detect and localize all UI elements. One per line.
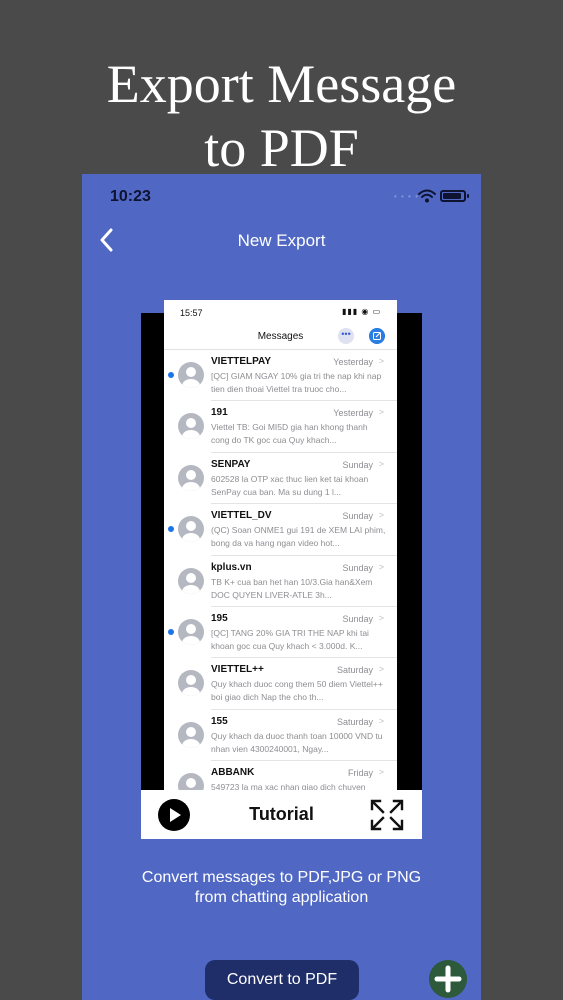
- avatar: [178, 670, 204, 697]
- message-date: Yesterday: [333, 408, 373, 419]
- message-date: Friday: [347, 768, 373, 779]
- list-item: SENPAY Sunday > 602528 la OTP xac thuc l…: [164, 453, 397, 505]
- headline-line-1: Export Message: [106, 54, 457, 114]
- message-sender: 195: [211, 612, 228, 624]
- message-preview: 602528 la OTP xac thuc lien ket tai khoa…: [211, 473, 369, 497]
- message-date: Yesterday: [333, 357, 373, 367]
- chevron-right-icon: >: [378, 356, 384, 366]
- message-sender: 155: [211, 715, 228, 727]
- description-line-2: from chatting application: [194, 889, 369, 906]
- message-preview: (QC) Soan ONME1 gui 191 de XEM LAI phim,…: [211, 525, 386, 549]
- preview-status-time: 15:57: [180, 308, 203, 318]
- plus-icon[interactable]: [429, 960, 467, 998]
- list-item: VIETTEL_DV Sunday > (QC) Soan ONME1 gui …: [164, 504, 397, 556]
- message-sender: SENPAY: [211, 458, 251, 470]
- message-sender: VIETTEL++: [211, 664, 264, 676]
- avatar: [178, 464, 204, 491]
- preview-header: Messages •••: [164, 324, 397, 350]
- more-icon: •••: [338, 328, 354, 344]
- preview-title: Messages: [257, 331, 304, 342]
- avatar: [178, 567, 204, 594]
- message-sender: 191: [211, 407, 228, 419]
- compose-icon: [369, 328, 385, 344]
- message-sender: VIETTEL_DV: [211, 510, 272, 522]
- preview-status-bar: 15:57 ▮▮▮ ◉ ▭: [164, 300, 397, 322]
- chevron-right-icon: >: [378, 561, 384, 572]
- message-date: Saturday: [336, 665, 373, 676]
- preview-status-icons: ▮▮▮ ◉ ▭: [342, 307, 382, 316]
- chevron-right-icon: >: [378, 715, 384, 726]
- list-item: 191 Yesterday > Viettel TB: Goi MI5D gia…: [164, 401, 397, 453]
- message-sender: ABBANK: [211, 767, 255, 779]
- convert-to-pdf-button[interactable]: Convert to PDF: [205, 960, 359, 1000]
- unread-dot: [168, 372, 174, 378]
- status-time: 10:23: [110, 188, 151, 205]
- message-date: Sunday: [342, 511, 373, 522]
- app-screen: 10:23 • • • • New Export 15:57 ▮▮▮ ◉ ▭ M…: [82, 174, 481, 1000]
- chevron-right-icon: >: [378, 612, 384, 623]
- unread-dot: [168, 526, 174, 533]
- message-preview: [QC] TANG 20% GIA TRI THE NAP khi tai kh…: [211, 627, 369, 651]
- message-sender: VIETTELPAY: [211, 356, 272, 367]
- avatar: [178, 721, 204, 748]
- chevron-right-icon: >: [378, 407, 384, 418]
- avatar: [178, 413, 204, 440]
- message-preview: [QC] GIAM NGAY 10% gia tri the nap khi n…: [211, 371, 382, 394]
- list-item: 155 Saturday > Quy khach da duoc thanh t…: [164, 710, 397, 762]
- unread-dot: [168, 628, 174, 635]
- avatar: [178, 618, 204, 645]
- expand-icon[interactable]: [370, 799, 404, 831]
- chevron-right-icon: >: [378, 458, 384, 469]
- message-preview: Quy khach da duoc thanh toan 10000 VND t…: [211, 730, 383, 754]
- wifi-icon: [418, 189, 436, 203]
- message-preview: TB K+ cua ban het han 10/3.Gia han&Xem D…: [211, 576, 373, 600]
- preview-screenshot: 15:57 ▮▮▮ ◉ ▭ Messages ••• VIETTELPAY Ye…: [164, 300, 397, 800]
- list-item: VIETTEL++ Saturday > Quy khach duoc cong…: [164, 658, 397, 710]
- message-date: Sunday: [342, 562, 373, 573]
- message-date: Sunday: [342, 459, 373, 470]
- nav-bar: New Export: [82, 218, 481, 262]
- message-date: Sunday: [342, 613, 373, 624]
- message-preview: Quy khach duoc cong them 50 diem Viettel…: [211, 679, 383, 703]
- avatar: [178, 516, 204, 543]
- chevron-right-icon: >: [378, 767, 384, 778]
- list-item: 195 Sunday > [QC] TANG 20% GIA TRI THE N…: [164, 607, 397, 659]
- tutorial-bar: Tutorial: [141, 790, 422, 839]
- status-bar: 10:23 • • • •: [82, 174, 481, 218]
- description-line-1: Convert messages to PDF,JPG or PNG: [141, 869, 422, 886]
- chevron-right-icon: >: [378, 664, 384, 675]
- message-date: Saturday: [336, 716, 373, 727]
- battery-icon: [440, 190, 469, 202]
- message-sender: kplus.vn: [211, 561, 252, 573]
- avatar: [178, 362, 204, 388]
- message-list: VIETTELPAY Yesterday > [QC] GIAM NGAY 10…: [164, 350, 397, 800]
- message-preview: Viettel TB: Goi MI5D gia han khong thanh…: [211, 422, 368, 446]
- list-item: kplus.vn Sunday > TB K+ cua ban het han …: [164, 556, 397, 607]
- nav-title: New Export: [237, 231, 326, 250]
- description: Convert messages to PDF,JPG or PNG from …: [82, 868, 481, 908]
- list-item: VIETTELPAY Yesterday > [QC] GIAM NGAY 10…: [164, 350, 397, 402]
- tutorial-preview[interactable]: 15:57 ▮▮▮ ◉ ▭ Messages ••• VIETTELPAY Ye…: [141, 300, 422, 839]
- signal-icon: • • • •: [394, 192, 419, 201]
- headline-line-2: to PDF: [204, 118, 359, 178]
- chevron-right-icon: >: [378, 510, 384, 521]
- headline: Export Message to PDF: [0, 52, 563, 180]
